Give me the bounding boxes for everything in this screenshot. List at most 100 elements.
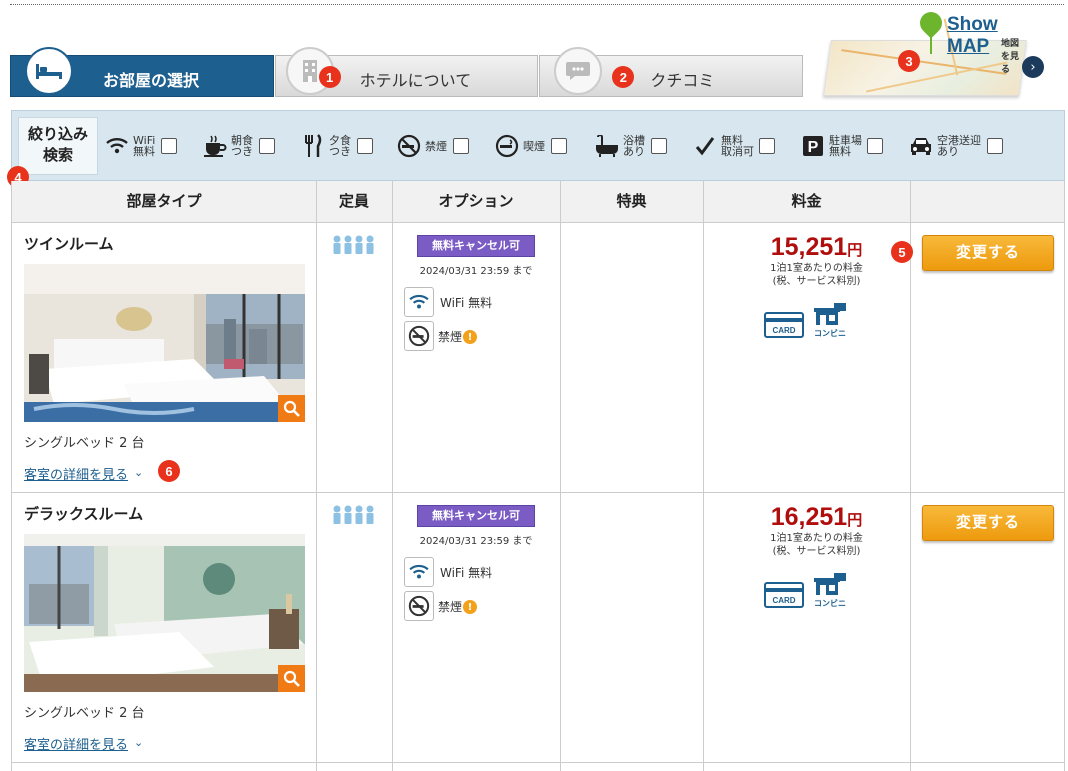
filter-checkbox[interactable] [867,138,883,154]
tab-label: クチコミ [650,71,715,90]
cancel-deadline: 2024/03/31 23:59 まで [419,266,533,277]
filter-checkbox[interactable] [987,138,1003,154]
filter-checkbox[interactable] [453,138,469,154]
chevron-right-icon[interactable]: › [1022,56,1044,78]
tab-reviews[interactable]: 2 クチコミ [539,47,804,97]
filter-parking[interactable]: P 駐車場 無料 [800,132,883,160]
filter-bar: 絞り込み 検索 4 WiFi 無料 朝食 つき 夕食 つき 禁煙 喫煙 浴槽 あり 無料… [7,110,1065,188]
warning-icon[interactable]: ! [463,330,478,344]
filter-breakfast[interactable]: 朝食 つき [202,132,275,160]
annotation-badge: 1 [318,66,341,88]
cancel-deadline: 2024/03/31 23:59 まで [419,536,533,547]
parking-icon: P [800,133,826,159]
chevron-down-icon[interactable]: ⌄ [134,736,143,749]
filter-smoking[interactable]: 喫煙 [494,132,567,160]
convenience-store-icon: コンビニ [812,573,848,608]
filter-free-cancel[interactable]: 無料 取消可 [692,132,775,160]
capacity-icons [332,235,376,255]
filter-checkbox[interactable] [259,138,275,154]
header-capacity: 定員 [338,192,369,210]
header-options: オプション [438,192,514,210]
bathtub-icon [594,133,620,159]
zoom-icon[interactable] [278,665,305,692]
room-name: デラックスルーム [24,505,144,523]
price-block: 15,251円 1泊1室あたりの料金 (税、サービス料別) [770,233,863,287]
price-value: 15,251 [770,233,848,261]
tab-label: お部屋の選択 [103,71,200,90]
filter-airport-shuttle[interactable]: 空港送迎 あり [908,132,1003,160]
filter-checkbox[interactable] [161,138,177,154]
option-wifi: WiFi 無料 [404,287,492,317]
warning-icon[interactable]: ! [463,600,478,614]
tab-label: ホテルについて [359,71,472,90]
convenience-store-label: コンビニ [814,329,846,338]
price-block: 16,251円 1泊1室あたりの料金 (税、サービス料別) [770,503,863,557]
show-map-subtitle: 地図を見る [1001,39,1020,75]
table-row: ツインルーム シングルベッド 2 台 客室の詳細を見る ⌄ 6 無料キャンセル可… [12,223,1064,493]
no-smoking-icon [404,591,434,621]
check-icon [692,133,718,159]
capacity-icons [332,505,376,525]
room-detail-link[interactable]: 客室の詳細を見る [24,734,128,753]
payment-methods: CARD コンビニ [764,573,848,608]
price-value: 16,251 [770,503,848,531]
wifi-icon [404,287,434,317]
no-smoking-icon [404,321,434,351]
filter-search-label: 絞り込み 検索 [18,117,98,175]
svg-text:P: P [808,139,819,156]
annotation-badge: 3 [898,50,920,72]
annotation-badge: 6 [158,460,180,482]
credit-card-icon: CARD [764,582,804,608]
card-label: CARD [772,596,795,605]
option-non-smoking: 禁煙! [404,591,478,621]
show-map-button[interactable]: Show MAP 地図を見る 3 › [823,7,1044,98]
annotation-badge: 5 [891,241,913,263]
convenience-store-icon: コンビニ [812,303,848,338]
free-cancel-tag: 無料キャンセル可 [417,505,535,527]
header-room-type: 部屋タイプ [126,192,202,210]
room-table: 部屋タイプ 定員 オプション 特典 料金 ツインルーム シングルベッド 2 台 … [11,181,1065,771]
smoking-icon [494,133,520,159]
dinner-icon [300,133,326,159]
change-button[interactable]: 変更する [922,235,1054,271]
car-icon [908,133,934,159]
tab-bar: お部屋の選択 1 ホテルについて 2 クチコミ [10,47,804,99]
filter-dinner[interactable]: 夕食 つき [300,132,373,160]
filter-checkbox[interactable] [759,138,775,154]
bed-icon [25,47,73,95]
filter-checkbox[interactable] [551,138,567,154]
room-name: ツインルーム [24,235,114,253]
filter-bathtub[interactable]: 浴槽 あり [594,132,667,160]
table-row: デラックスルーム シングルベッド 2 台 客室の詳細を見る ⌄ 無料キャンセル可… [12,493,1064,763]
wifi-icon [404,557,434,587]
map-pin-icon [915,7,947,39]
change-button[interactable]: 変更する [922,505,1054,541]
zoom-icon[interactable] [278,395,305,422]
header-price: 料金 [791,192,822,210]
wifi-icon [104,133,130,159]
room-photo[interactable] [24,534,305,692]
annotation-badge: 2 [612,66,635,88]
option-non-smoking: 禁煙! [404,321,478,351]
room-photo[interactable] [24,264,305,422]
top-divider [10,4,1064,5]
breakfast-icon [202,133,228,159]
filter-non-smoking[interactable]: 禁煙 [396,132,469,160]
tab-room-selection[interactable]: お部屋の選択 [10,47,274,97]
chat-icon [554,47,603,95]
bed-info: シングルベッド 2 台 [24,436,145,451]
card-label: CARD [772,326,795,335]
chevron-down-icon[interactable]: ⌄ [134,466,143,479]
header-action [910,181,1064,223]
bed-info: シングルベッド 2 台 [24,706,145,721]
payment-methods: CARD コンビニ [764,303,848,338]
filter-checkbox[interactable] [651,138,667,154]
tab-hotel-info[interactable]: 1 ホテルについて [274,47,539,97]
no-smoking-icon [396,133,422,159]
room-detail-link[interactable]: 客室の詳細を見る [24,464,128,483]
free-cancel-tag: 無料キャンセル可 [417,235,535,257]
filter-checkbox[interactable] [357,138,373,154]
convenience-store-label: コンビニ [814,599,846,608]
filter-wifi[interactable]: WiFi 無料 [104,132,177,160]
credit-card-icon: CARD [764,312,804,338]
